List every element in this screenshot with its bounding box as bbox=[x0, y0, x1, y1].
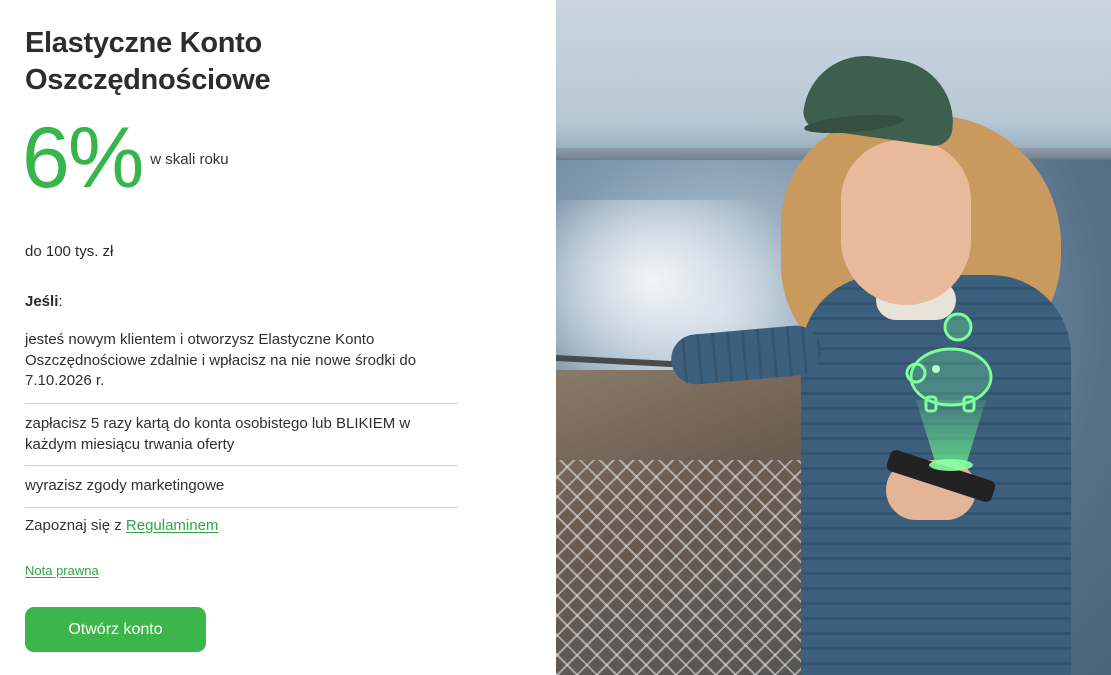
conditions-heading: Jeśli: bbox=[25, 293, 63, 310]
offer-title: Elastyczne Konto Oszczędnościowe bbox=[25, 27, 271, 96]
piggy-bank-hologram-icon bbox=[905, 312, 993, 471]
condition-item: zapłacisz 5 razy kartą do konta osobiste… bbox=[25, 404, 458, 466]
conditions-heading-colon: : bbox=[58, 293, 63, 310]
open-account-button[interactable]: Otwórz konto bbox=[25, 607, 206, 652]
conditions-list: jesteś nowym klientem i otworzysz Elasty… bbox=[25, 320, 458, 508]
photo-face bbox=[841, 140, 971, 305]
conditions-heading-text: Jeśli bbox=[25, 293, 59, 310]
legal-note-link[interactable]: Nota prawna bbox=[25, 563, 99, 578]
rate-caption: w skali roku bbox=[150, 151, 229, 168]
condition-item: wyrazisz zgody marketingowe bbox=[25, 466, 458, 508]
offer-details-panel: Elastyczne Konto Oszczędnościowe 6% w sk… bbox=[0, 0, 556, 675]
deposit-limit: do 100 tys. zł bbox=[25, 243, 114, 260]
regulation-prefix: Zapoznaj się z bbox=[25, 517, 122, 534]
rate-row: 6% w skali roku bbox=[22, 115, 229, 201]
condition-item: jesteś nowym klientem i otworzysz Elasty… bbox=[25, 320, 458, 404]
offer-card: Elastyczne Konto Oszczędnościowe 6% w sk… bbox=[0, 0, 1111, 675]
interest-rate: 6% bbox=[22, 110, 144, 206]
photo-woman bbox=[669, 47, 1096, 675]
hero-photo bbox=[556, 0, 1111, 675]
regulation-link[interactable]: Regulaminem bbox=[126, 517, 219, 534]
regulation-line: Zapoznaj się z Regulaminem bbox=[25, 517, 218, 534]
